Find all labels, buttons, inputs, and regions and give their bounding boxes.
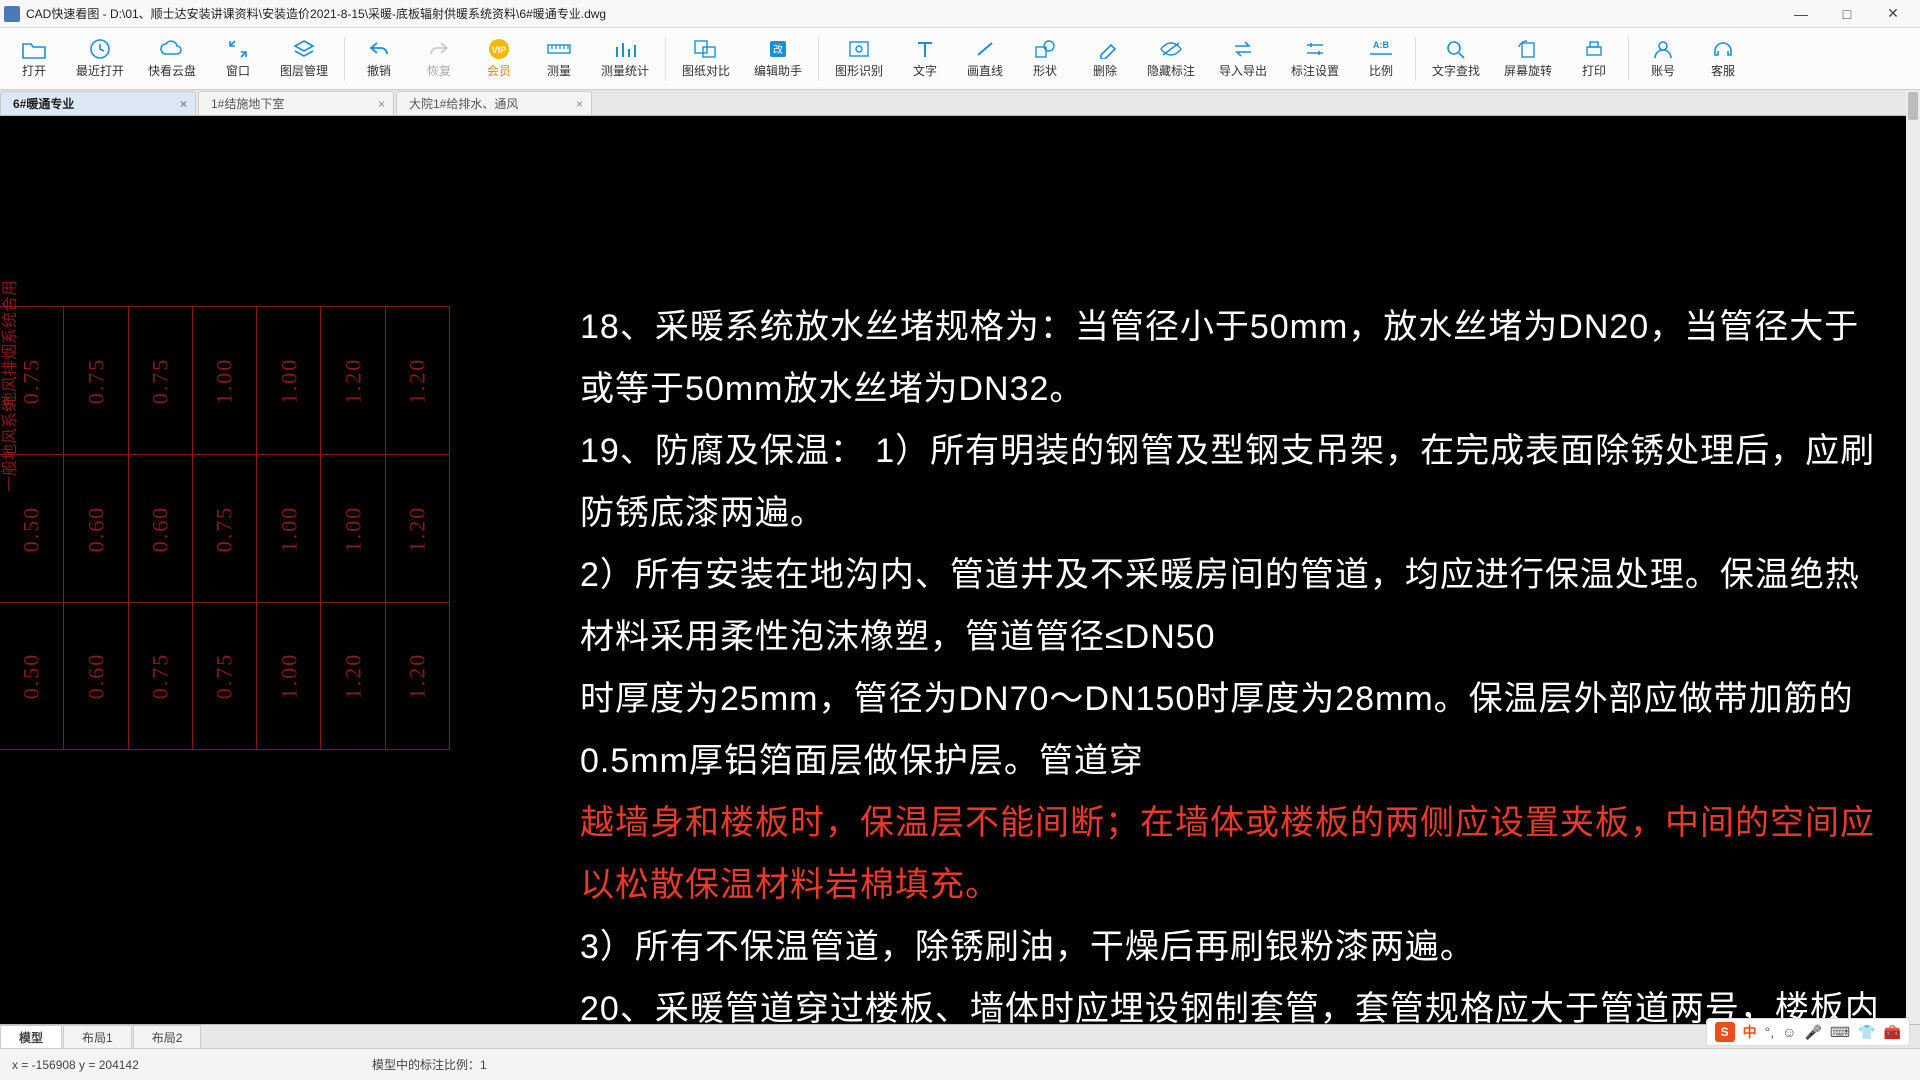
window-title: CAD快速看图 - D:\01、顺士达安装讲课资料\安装造价2021-8-15\… xyxy=(26,5,1778,22)
redo-icon xyxy=(426,38,452,60)
eye-off-icon xyxy=(1158,38,1184,60)
separator xyxy=(1628,37,1629,81)
annot-setting-button[interactable]: 标注设置 xyxy=(1279,31,1351,87)
scan-icon xyxy=(846,38,872,60)
tab-layout1[interactable]: 布局1 xyxy=(63,1025,132,1049)
cad-table: 0.75 0.75 0.75 1.00 1.00 1.20 1.20 0.50 … xyxy=(0,306,450,750)
open-button[interactable]: 打开 xyxy=(4,31,64,87)
close-icon[interactable]: × xyxy=(378,97,385,111)
transfer-icon xyxy=(1230,38,1256,60)
measure-stat-button[interactable]: 测量统计 xyxy=(589,31,661,87)
recent-button[interactable]: 最近打开 xyxy=(64,31,136,87)
hide-annot-button[interactable]: 隐藏标注 xyxy=(1135,31,1207,87)
vip-icon: VIP xyxy=(486,38,512,60)
search-icon xyxy=(1443,38,1469,60)
layout-tabs: 模型 布局1 布局2 xyxy=(0,1024,1920,1048)
scrollbar-thumb[interactable] xyxy=(1908,92,1918,120)
line-button[interactable]: 画直线 xyxy=(955,31,1015,87)
table-row: 0.50 0.60 0.60 0.75 1.00 1.00 1.20 xyxy=(0,454,450,602)
titlebar: CAD快速看图 - D:\01、顺士达安装讲课资料\安装造价2021-8-15\… xyxy=(0,0,1920,28)
table-row: 0.50 0.60 0.75 0.75 1.00 1.20 1.20 xyxy=(0,602,450,750)
cloud-button[interactable]: 快看云盘 xyxy=(136,31,208,87)
import-export-button[interactable]: 导入导出 xyxy=(1207,31,1279,87)
app-icon xyxy=(4,6,20,22)
rotate-button[interactable]: 屏幕旋转 xyxy=(1492,31,1564,87)
text-button[interactable]: 文字 xyxy=(895,31,955,87)
status-bar: x = -156908 y = 204142 模型中的标注比例：1 xyxy=(0,1048,1920,1080)
table-row: 0.75 0.75 0.75 1.00 1.00 1.20 1.20 xyxy=(0,306,450,454)
cloud-icon xyxy=(159,38,185,60)
tab-model[interactable]: 模型 xyxy=(0,1025,62,1049)
text-icon xyxy=(912,38,938,60)
delete-button[interactable]: 删除 xyxy=(1075,31,1135,87)
sogou-icon: S xyxy=(1715,1022,1735,1042)
tab-3[interactable]: 大院1#给排水、通风× xyxy=(396,91,592,115)
close-icon[interactable]: × xyxy=(180,97,187,111)
vip-button[interactable]: VIP会员 xyxy=(469,31,529,87)
separator xyxy=(1415,37,1416,81)
ime-skin-icon[interactable]: 👕 xyxy=(1858,1024,1875,1041)
edit-helper-button[interactable]: 改编辑助手 xyxy=(742,31,814,87)
account-button[interactable]: 账号 xyxy=(1633,31,1693,87)
ime-mic-icon[interactable]: 🎤 xyxy=(1804,1024,1821,1041)
eraser-icon xyxy=(1092,38,1118,60)
ime-punct-icon[interactable]: °, xyxy=(1765,1024,1775,1040)
compare-button[interactable]: 图纸对比 xyxy=(670,31,742,87)
separator xyxy=(818,37,819,81)
scale-button[interactable]: A:B比例 xyxy=(1351,31,1411,87)
vertical-scrollbar[interactable] xyxy=(1906,90,1920,1024)
scale-icon: A:B xyxy=(1368,38,1394,60)
chart-icon xyxy=(612,38,638,60)
rotate-icon xyxy=(1515,38,1541,60)
shape-recog-button[interactable]: 图形识别 xyxy=(823,31,895,87)
drawing-canvas[interactable]: 地风排烟系统合用 一般地风系统 0.75 0.75 0.75 1.00 1.00… xyxy=(0,116,1920,1036)
svg-text:VIP: VIP xyxy=(492,45,507,55)
ime-toolbox-icon[interactable]: 🧰 xyxy=(1884,1024,1901,1041)
close-button[interactable]: ✕ xyxy=(1870,0,1916,28)
redo-button[interactable]: 恢复 xyxy=(409,31,469,87)
print-button[interactable]: 打印 xyxy=(1564,31,1624,87)
ime-emoji-icon[interactable]: ☺ xyxy=(1782,1024,1796,1040)
document-tabs: 6#暖通专业× 1#结施地下室× 大院1#给排水、通风× xyxy=(0,90,1920,116)
drawing-text: 18、采暖系统放水丝堵规格为：当管径小于50mm，放水丝堵为DN20，当管径大于… xyxy=(580,296,1890,1036)
minimize-button[interactable]: — xyxy=(1778,0,1824,28)
ime-lang[interactable]: 中 xyxy=(1743,1022,1757,1042)
main-toolbar: 打开 最近打开 快看云盘 窗口 图层管理 撤销 恢复 VIP会员 测量 测量统计… xyxy=(0,28,1920,90)
svg-text:A:B: A:B xyxy=(1373,40,1389,50)
clock-icon xyxy=(87,38,113,60)
ime-tray[interactable]: S 中 °, ☺ 🎤 ⌨ 👕 🧰 xyxy=(1706,1018,1910,1046)
window-controls: — □ ✕ xyxy=(1778,0,1916,28)
annotation-setting-icon xyxy=(1302,38,1328,60)
headset-icon xyxy=(1710,38,1736,60)
tab-layout2[interactable]: 布局2 xyxy=(133,1025,202,1049)
layers-icon xyxy=(291,38,317,60)
edit-icon: 改 xyxy=(765,38,791,60)
ime-keyboard-icon[interactable]: ⌨ xyxy=(1830,1024,1850,1041)
contract-icon xyxy=(225,38,251,60)
ruler-icon xyxy=(546,38,572,60)
separator xyxy=(665,37,666,81)
separator xyxy=(344,37,345,81)
coordinates: x = -156908 y = 204142 xyxy=(12,1058,372,1072)
tab-2[interactable]: 1#结施地下室× xyxy=(198,91,394,115)
service-button[interactable]: 客服 xyxy=(1693,31,1753,87)
print-icon xyxy=(1581,38,1607,60)
close-icon[interactable]: × xyxy=(576,97,583,111)
maximize-button[interactable]: □ xyxy=(1824,0,1870,28)
measure-button[interactable]: 测量 xyxy=(529,31,589,87)
svg-text:改: 改 xyxy=(773,43,783,56)
text-search-button[interactable]: 文字查找 xyxy=(1420,31,1492,87)
annotation-ratio: 模型中的标注比例：1 xyxy=(372,1056,1908,1073)
tab-1[interactable]: 6#暖通专业× xyxy=(0,91,196,115)
compare-icon xyxy=(693,38,719,60)
undo-icon xyxy=(366,38,392,60)
line-icon xyxy=(972,38,998,60)
layer-button[interactable]: 图层管理 xyxy=(268,31,340,87)
undo-button[interactable]: 撤销 xyxy=(349,31,409,87)
window-button[interactable]: 窗口 xyxy=(208,31,268,87)
user-icon xyxy=(1650,38,1676,60)
shape-button[interactable]: 形状 xyxy=(1015,31,1075,87)
folder-open-icon xyxy=(21,38,47,60)
shapes-icon xyxy=(1032,38,1058,60)
